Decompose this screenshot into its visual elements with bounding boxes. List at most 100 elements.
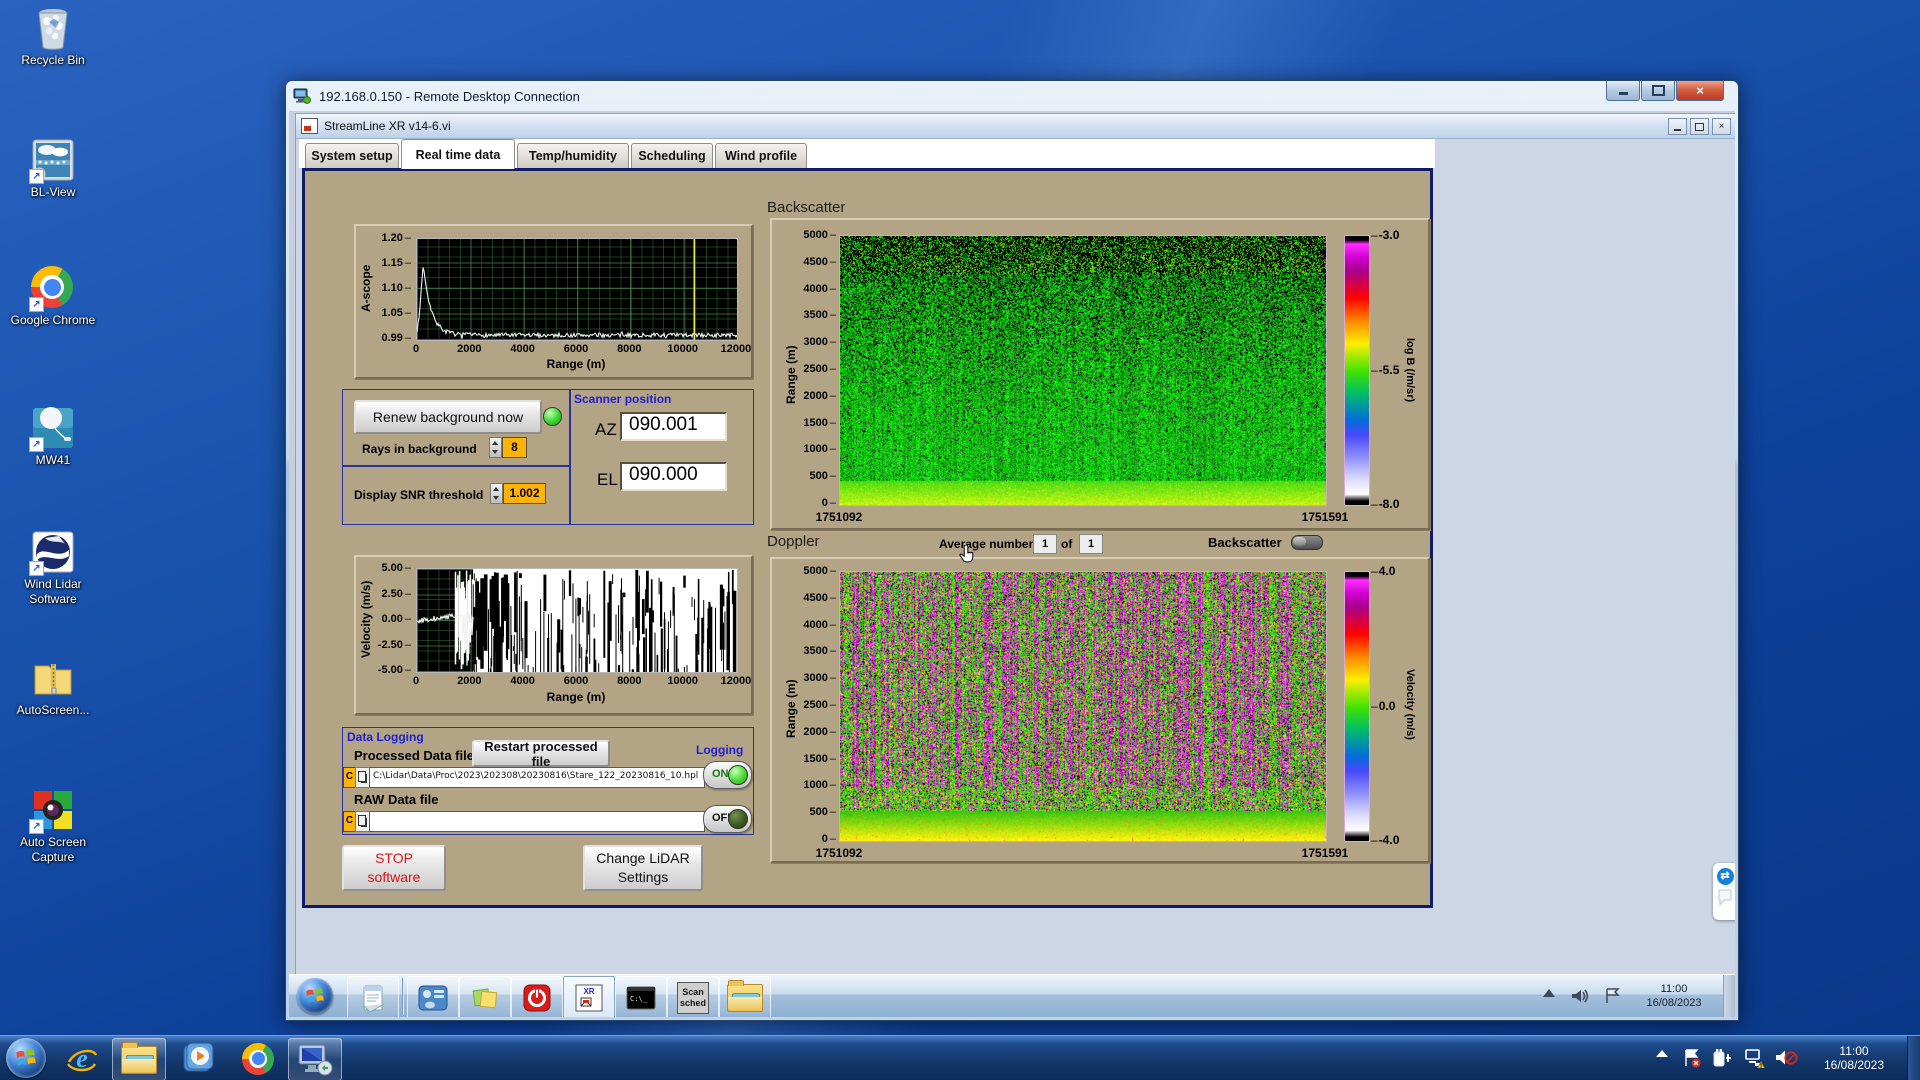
snr-value-field[interactable]: 1.002: [503, 483, 546, 504]
ascope-graph-frame: A-scope 1.201.151.101.050.99 02000400060…: [354, 224, 753, 379]
host-taskbar-rdp[interactable]: [288, 1038, 342, 1080]
host-desktop: Recycle Bin ↗ BL-View ↗ Google Chrome ↗ …: [0, 0, 1920, 1080]
vi-restore-button[interactable]: [1690, 118, 1709, 135]
desktop-icon-auto-screen-capture[interactable]: ↗ Auto Screen Capture: [10, 788, 96, 865]
tick-label: 1.05: [381, 307, 411, 320]
remote-clock[interactable]: 11:00 16/08/2023: [1631, 982, 1717, 1010]
remote-tray-volume-icon[interactable]: [1569, 986, 1589, 1011]
on-lamp-icon: [728, 765, 748, 785]
tick-label: 4000: [803, 283, 836, 296]
desktop-icon-bl-view[interactable]: ↗ BL-View: [10, 138, 96, 200]
maximize-button[interactable]: [1641, 81, 1675, 101]
notepad-icon: [363, 985, 385, 1013]
host-tray-power-icon[interactable]: [1712, 1048, 1734, 1073]
processed-path-field[interactable]: C:\Lidar\Data\Proc\2023\202308\20230816\…: [369, 767, 705, 788]
backscatter-colorbar: [1344, 235, 1370, 506]
tick-label: 12000: [720, 343, 752, 355]
remote-tray-chevron-icon[interactable]: [1543, 989, 1555, 997]
host-clock[interactable]: 11:00 16/08/2023: [1806, 1044, 1902, 1072]
processed-logging-toggle[interactable]: ON: [703, 761, 752, 789]
remote-taskbar-sticky-notes[interactable]: [459, 976, 511, 1017]
processed-browse-icon[interactable]: [355, 767, 370, 788]
host-start-button[interactable]: [6, 1038, 46, 1078]
remote-tray-action-center-icon[interactable]: [1603, 986, 1623, 1011]
raw-browse-icon[interactable]: [355, 811, 370, 832]
remote-taskbar-control-utility[interactable]: [407, 976, 459, 1017]
remote-taskbar: XR C:\_ Scan sched 11:00 16/08/2023: [289, 974, 1735, 1017]
rdp-titlebar[interactable]: 192.168.0.150 - Remote Desktop Connectio…: [286, 81, 1738, 111]
snr-spinner[interactable]: [490, 483, 503, 504]
rays-in-background-label: Rays in background: [362, 442, 477, 456]
tab-temp-humidity[interactable]: Temp/humidity: [517, 143, 629, 168]
show-desktop-button[interactable]: [1907, 1036, 1920, 1080]
rays-spinner[interactable]: [489, 437, 502, 458]
backscatter-title: Backscatter: [767, 199, 846, 216]
remote-taskbar-cmd[interactable]: C:\_: [615, 976, 667, 1017]
host-tray-volume-muted-icon[interactable]: [1774, 1048, 1798, 1073]
stop-line1: STOP: [375, 850, 413, 866]
vi-file-icon: [301, 118, 318, 134]
change-lidar-settings-button[interactable]: Change LiDAR Settings: [583, 845, 703, 891]
remote-taskbar-notepad[interactable]: [347, 976, 399, 1017]
tick-label: 2000: [457, 343, 482, 355]
remote-show-desktop[interactable]: [1723, 975, 1735, 1017]
doppler-x-start: 1751092: [815, 846, 863, 860]
average-total-field[interactable]: 1: [1079, 534, 1103, 554]
host-tray-network-icon[interactable]: !: [1744, 1048, 1766, 1073]
doppler-title: Doppler: [767, 533, 820, 550]
streamline-xr-icon: XR: [575, 984, 603, 1011]
tick-label: -3.0: [1371, 228, 1400, 242]
remote-taskbar-explorer[interactable]: [719, 976, 771, 1017]
desktop-icon-recycle-bin[interactable]: Recycle Bin: [10, 6, 96, 68]
remote-assist-side-tab[interactable]: ⇄: [1713, 863, 1735, 920]
host-taskbar-media-player[interactable]: [172, 1038, 224, 1079]
tick-label: 0.0: [1371, 699, 1399, 713]
tab-wind-profile[interactable]: Wind profile: [715, 143, 807, 168]
remote-start-button[interactable]: [297, 978, 333, 1014]
tab-scheduling[interactable]: Scheduling: [631, 143, 713, 168]
rdp-monitor-icon: [298, 1044, 333, 1075]
tick-label: 1.15: [381, 257, 411, 270]
background-status-led: [543, 407, 562, 426]
vi-minimize-button[interactable]: [1668, 118, 1687, 135]
tab-real-time-data[interactable]: Real time data: [401, 139, 515, 169]
raw-logging-toggle[interactable]: OFF: [703, 805, 752, 833]
svg-text:!: !: [1760, 1064, 1762, 1068]
restart-processed-file-button[interactable]: Restart processed file: [472, 739, 610, 769]
rays-value-field[interactable]: 8: [502, 437, 527, 458]
desktop-icon-wind-lidar[interactable]: ↗ Wind Lidar Software: [10, 530, 96, 607]
remote-taskbar-stop-app[interactable]: [511, 976, 563, 1017]
desktop-icon-mw41[interactable]: ↗ MW41: [10, 406, 96, 468]
tab-system-setup[interactable]: System setup: [305, 143, 399, 168]
stop-software-button[interactable]: STOP software: [342, 845, 446, 891]
renew-background-button[interactable]: Renew background now: [354, 400, 542, 434]
desktop-icon-autoscreen-zip[interactable]: AutoScreen...: [10, 656, 96, 718]
az-value-field[interactable]: 090.001: [620, 412, 727, 441]
tick-label: -2.50: [378, 639, 411, 652]
host-taskbar-explorer[interactable]: [112, 1038, 166, 1080]
tick-label: 12000: [720, 675, 752, 687]
host-tray-action-center-icon[interactable]: [1682, 1048, 1702, 1073]
shortcut-arrow-icon: ↗: [29, 437, 44, 452]
stop-line2: software: [367, 869, 421, 885]
el-value-field[interactable]: 090.000: [620, 462, 727, 491]
raw-path-field[interactable]: [369, 811, 705, 832]
host-tray-chevron-icon[interactable]: [1656, 1050, 1668, 1057]
backscatter-toggle[interactable]: [1291, 535, 1323, 550]
host-taskbar-internet-explorer[interactable]: e: [56, 1038, 108, 1079]
average-number-field[interactable]: 1: [1033, 534, 1057, 554]
desktop-icon-google-chrome[interactable]: ↗ Google Chrome: [10, 266, 96, 328]
chrome-icon: ↗: [29, 266, 75, 312]
tick-label: 2000: [457, 675, 482, 687]
vi-close-button[interactable]: ×: [1712, 118, 1731, 135]
tick-label: 4500: [803, 256, 836, 269]
minimize-button[interactable]: [1606, 81, 1640, 101]
vi-titlebar[interactable]: StreamLine XR v14-6.vi ×: [296, 114, 1735, 139]
tick-label: 0: [822, 497, 836, 510]
velocity-y-ticks: 5.002.500.00-2.50-5.00: [374, 562, 411, 677]
remote-taskbar-streamline-xr[interactable]: XR: [563, 976, 615, 1017]
host-taskbar-chrome[interactable]: [232, 1038, 284, 1079]
scanner-position-box: [569, 389, 754, 525]
remote-taskbar-scan-sched[interactable]: Scan sched: [667, 976, 719, 1017]
close-button[interactable]: ×: [1676, 81, 1724, 101]
